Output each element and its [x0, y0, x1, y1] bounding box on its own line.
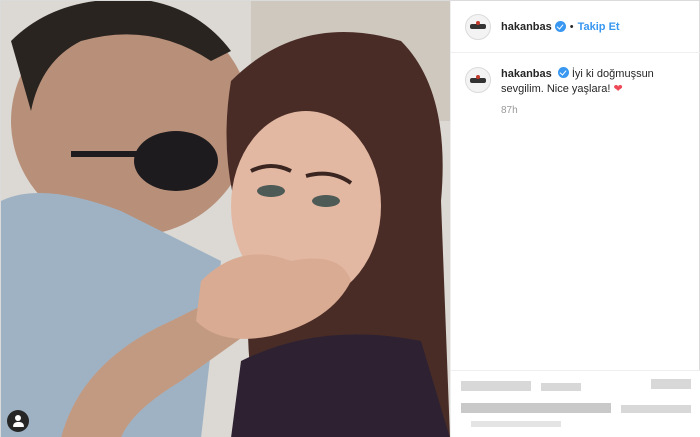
airplane-logo-icon — [470, 74, 486, 83]
verified-badge-icon — [554, 21, 566, 32]
pixelated-block — [461, 381, 531, 391]
caption-timestamp[interactable]: 87h — [501, 105, 700, 116]
separator-dot: • — [569, 20, 574, 33]
instagram-post: hakanbas • Takip Et hakanbas İyi ki doğm… — [0, 0, 700, 437]
caption-username[interactable]: hakanbas — [501, 68, 552, 80]
caption-body: hakanbas İyi ki doğmuşsun sevgilim. Nice… — [501, 67, 661, 97]
caption-comment: hakanbas İyi ki doğmuşsun sevgilim. Nice… — [451, 53, 700, 97]
follow-button[interactable]: Takip Et — [578, 21, 620, 33]
post-sidebar: hakanbas • Takip Et hakanbas İyi ki doğm… — [450, 1, 700, 437]
pixelated-block — [541, 383, 581, 391]
airplane-logo-icon — [470, 21, 486, 29]
photo-illustration — [1, 1, 450, 437]
header-username[interactable]: hakanbas — [501, 21, 552, 33]
pixelated-action-area — [451, 370, 700, 437]
avatar[interactable] — [465, 13, 491, 40]
pixelated-block — [621, 405, 691, 413]
pixelated-block — [461, 403, 611, 413]
heart-emoji-icon: ❤ — [613, 83, 623, 95]
verified-badge-icon — [557, 67, 569, 78]
post-photo[interactable] — [1, 1, 450, 437]
pixelated-block — [651, 379, 691, 389]
post-header: hakanbas • Takip Et — [451, 1, 700, 53]
pixelated-block — [471, 421, 561, 427]
caption-avatar[interactable] — [465, 67, 491, 93]
tagged-user-icon[interactable] — [7, 410, 29, 432]
